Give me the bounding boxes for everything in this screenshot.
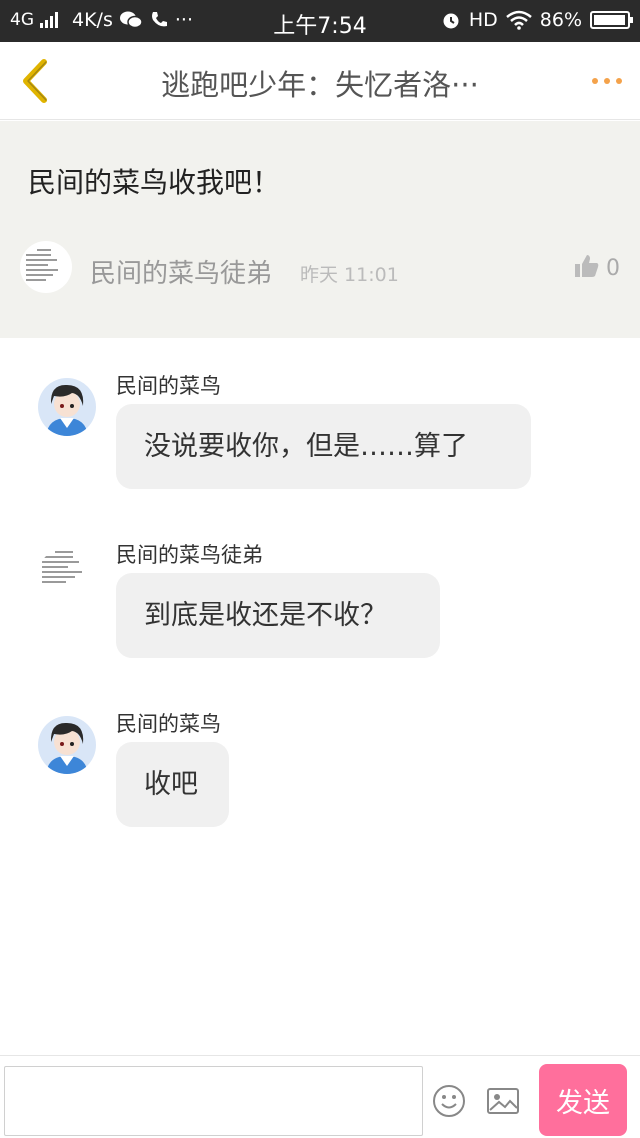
poster-avatar[interactable] [20,241,72,293]
more-dot-icon [592,78,598,84]
status-right: HD 86% [441,9,633,31]
document-thumbnail-icon [42,551,86,586]
back-button[interactable] [14,56,58,106]
anime-avatar-icon [38,716,96,774]
input-bar: 发送 [0,1055,640,1138]
more-button[interactable] [592,78,622,84]
document-thumbnail-icon [26,249,62,284]
avatar[interactable] [38,547,96,605]
message-bubble: 没说要收你，但是……算了 [116,404,531,489]
like-count: 0 [606,256,620,281]
sender-name: 民间的菜鸟 [116,374,221,398]
nav-bar: 逃跑吧少年：失忆者洛··· [0,42,640,120]
thumbs-up-icon[interactable] [574,253,600,279]
battery-icon [590,11,633,29]
post-time: 昨天 11:01 [300,264,399,286]
image-icon[interactable] [486,1084,520,1118]
alarm-icon [443,13,459,29]
message-bubble: 收吧 [116,742,229,827]
avatar[interactable] [38,378,96,436]
sender-name: 民间的菜鸟徒弟 [116,543,263,567]
send-button[interactable]: 发送 [539,1064,627,1136]
page-title: 逃跑吧少年：失忆者洛··· [161,68,479,102]
more-dot-icon [604,78,610,84]
poster-name[interactable]: 民间的菜鸟徒弟 [90,253,272,290]
more-dot-icon [616,78,622,84]
message-input[interactable] [4,1066,423,1136]
message-bubble: 到底是收还是不收？ [116,573,440,658]
sender-name: 民间的菜鸟 [116,712,221,736]
chevron-left-icon [23,59,47,103]
status-bar: 4G 4K/s ··· 上午7:54 HD 86% [0,0,640,42]
battery-percent: 86% [539,9,582,31]
wifi-icon [505,10,532,30]
topic-header: 民间的菜鸟收我吧！ 民间的菜鸟徒弟 昨天 11:01 0 [0,121,640,338]
battery-level [594,15,625,25]
emoji-icon[interactable] [432,1084,466,1118]
topic-title: 民间的菜鸟收我吧！ [28,166,281,199]
anime-avatar-icon [38,378,96,436]
hd-label: HD [468,9,498,31]
avatar[interactable] [38,716,96,774]
